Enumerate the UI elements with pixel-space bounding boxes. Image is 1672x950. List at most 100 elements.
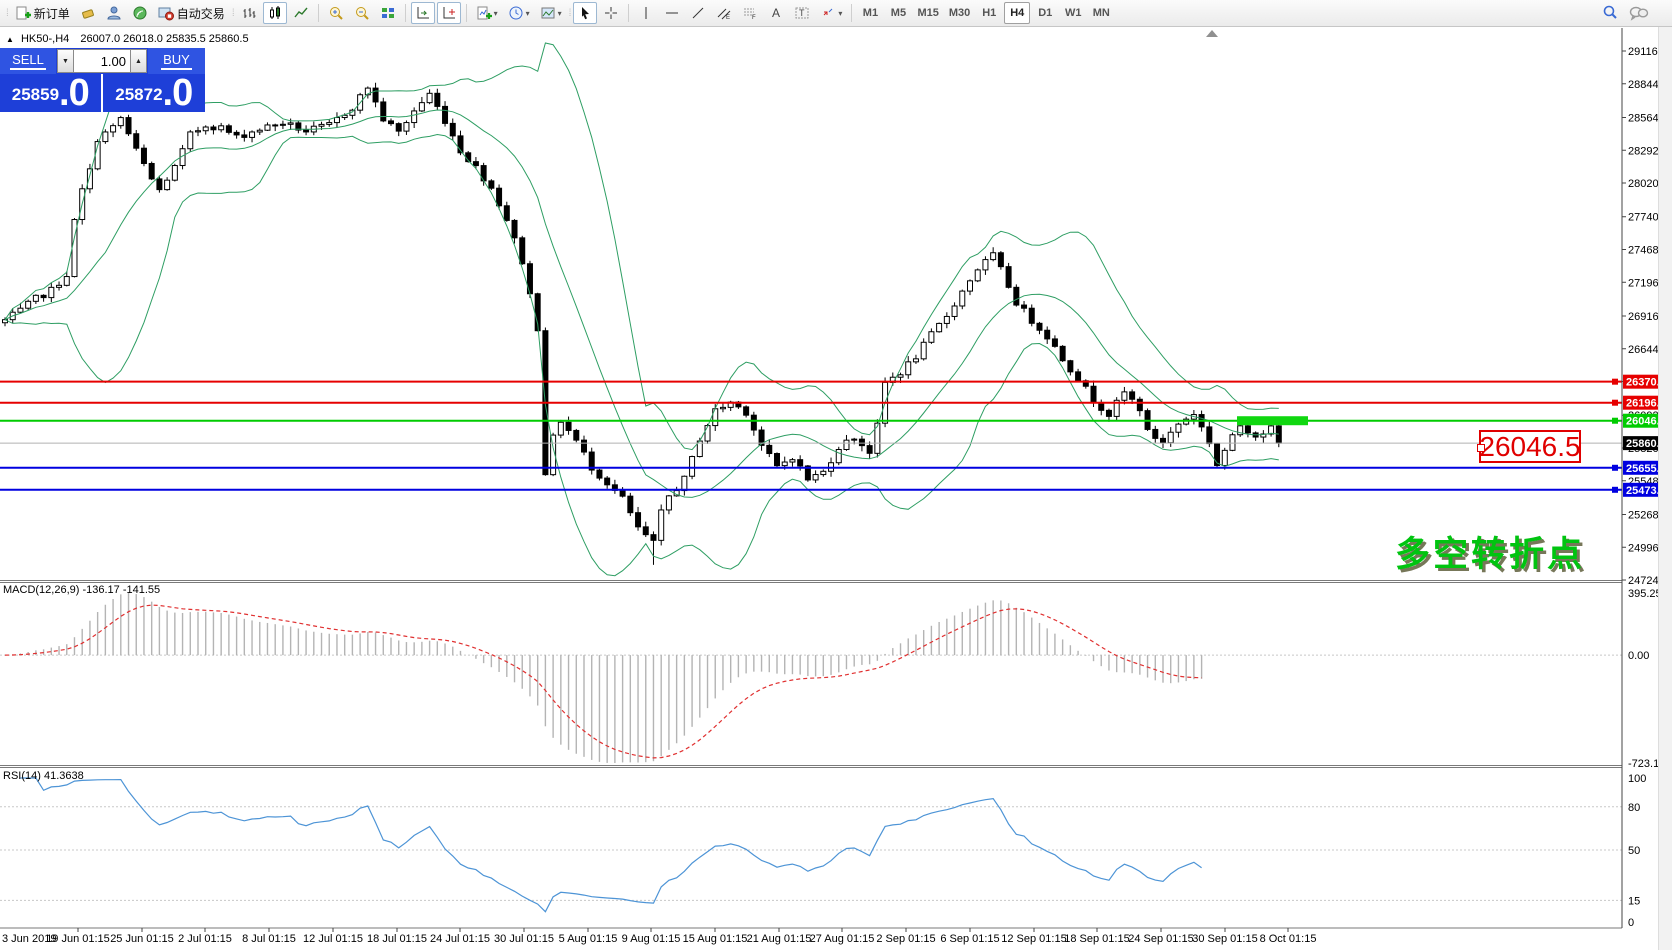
toolbar-separator — [628, 4, 629, 22]
vertical-line-tool-button[interactable] — [634, 2, 658, 24]
channel-icon: E — [716, 5, 732, 21]
indicators-button[interactable]: ▾ — [472, 2, 502, 24]
signal-button[interactable] — [128, 2, 152, 24]
timeframe-mn-button[interactable]: MN — [1088, 2, 1114, 24]
svg-text:24 Jul 01:15: 24 Jul 01:15 — [430, 933, 490, 945]
crosshair-tool-button[interactable] — [599, 2, 623, 24]
svg-text:100: 100 — [1628, 773, 1646, 785]
svg-text:MACD(12,26,9) -136.17 -141.55: MACD(12,26,9) -136.17 -141.55 — [3, 584, 160, 596]
chart-shift-icon — [441, 5, 457, 21]
tile-windows-icon — [380, 5, 396, 21]
timeframe-h1-button[interactable]: H1 — [976, 2, 1002, 24]
profile-button[interactable] — [102, 2, 126, 24]
zoom-in-button[interactable] — [324, 2, 348, 24]
dropdown-caret: ▾ — [558, 9, 562, 18]
search-button[interactable] — [1597, 2, 1623, 24]
timeframe-group: M1M5M15M30H1H4D1W1MN — [856, 0, 1115, 27]
sell-price-frac: .0 — [59, 76, 89, 110]
horizontal-line-tool-button[interactable] — [660, 2, 684, 24]
svg-text:15 Aug 01:15: 15 Aug 01:15 — [683, 933, 748, 945]
timeframe-m15-button[interactable]: M15 — [913, 2, 942, 24]
lot-increase-button[interactable]: ▲ — [130, 49, 147, 73]
toolbar-grip: ⁞ — [232, 8, 233, 19]
svg-text:15: 15 — [1628, 895, 1640, 907]
lot-size-input[interactable] — [74, 49, 130, 73]
symbol-collapse-icon: ▲ — [6, 35, 14, 44]
chat-icon — [1629, 5, 1649, 21]
chart-window[interactable]: MACD(12,26,9) -136.17 -141.55 RSI(14) 41.… — [0, 27, 1672, 950]
template-icon — [540, 5, 556, 21]
svg-text:E: E — [726, 15, 730, 21]
sell-button[interactable]: SELL — [0, 48, 56, 74]
new-order-button[interactable]: 新订单 — [11, 2, 74, 24]
dropdown-caret: ▾ — [526, 9, 530, 18]
horizontal-line-icon — [664, 5, 680, 21]
candlestick-mode-button[interactable] — [263, 2, 287, 24]
sell-price[interactable]: 25859 .0 — [0, 74, 103, 112]
svg-text:12 Jul 01:15: 12 Jul 01:15 — [303, 933, 363, 945]
svg-text:2 Jul 01:15: 2 Jul 01:15 — [178, 933, 232, 945]
timeframe-m30-button[interactable]: M30 — [945, 2, 974, 24]
magnifier-search-icon — [1601, 4, 1619, 22]
candlestick-icon — [267, 5, 283, 21]
dropdown-caret: ▾ — [494, 9, 498, 18]
timeframe-d1-button[interactable]: D1 — [1032, 2, 1058, 24]
text-label-tool-button[interactable]: T — [790, 2, 814, 24]
svg-text:12 Sep 01:15: 12 Sep 01:15 — [1001, 933, 1066, 945]
tile-windows-button[interactable] — [376, 2, 400, 24]
lot-decrease-button[interactable]: ▼ — [57, 49, 74, 73]
fibonacci-tool-button[interactable]: F — [738, 2, 762, 24]
timeframe-h4-button[interactable]: H4 — [1004, 2, 1030, 24]
periods-button[interactable]: ▾ — [504, 2, 534, 24]
zoom-out-button[interactable] — [350, 2, 374, 24]
chat-button[interactable] — [1625, 2, 1653, 24]
svg-text:27 Aug 01:15: 27 Aug 01:15 — [810, 933, 875, 945]
timeframe-m1-button[interactable]: M1 — [857, 2, 883, 24]
cursor-tool-button[interactable] — [573, 2, 597, 24]
zoom-out-icon — [354, 5, 370, 21]
symbol-period-label: HK50-,H4 — [21, 33, 69, 45]
svg-text:395.25: 395.25 — [1628, 588, 1662, 600]
arrows-tool-button[interactable]: ▾ — [816, 2, 846, 24]
signal-icon — [132, 5, 148, 21]
price-level-callout[interactable]: 26046.5 — [1479, 430, 1581, 463]
main-toolbar: ⁞ 新订单 自动交易 ⁞ — [0, 0, 1672, 27]
eraser-icon — [80, 5, 96, 21]
right-scroll-strip[interactable] — [1658, 27, 1672, 950]
equidistant-channel-tool-button[interactable]: E — [712, 2, 736, 24]
buy-button[interactable]: BUY — [148, 48, 205, 74]
svg-text:24 Sep 01:15: 24 Sep 01:15 — [1128, 933, 1193, 945]
toolbar-separator — [466, 4, 467, 22]
buy-price[interactable]: 25872 .0 — [103, 74, 206, 112]
trendline-icon — [690, 5, 706, 21]
autotrading-icon — [158, 5, 174, 21]
svg-text:19 Jun 01:15: 19 Jun 01:15 — [46, 933, 110, 945]
timeframe-w1-button[interactable]: W1 — [1060, 2, 1086, 24]
timeframe-m5-button[interactable]: M5 — [885, 2, 911, 24]
svg-text:8 Oct 01:15: 8 Oct 01:15 — [1260, 933, 1317, 945]
trendline-tool-button[interactable] — [686, 2, 710, 24]
svg-text:18 Sep 01:15: 18 Sep 01:15 — [1064, 933, 1129, 945]
templates-button[interactable]: ▾ — [536, 2, 566, 24]
one-click-trading-panel: SELL ▼ ▲ BUY 25859 .0 25872 .0 — [0, 48, 205, 112]
bar-chart-mode-button[interactable] — [237, 2, 261, 24]
chart-shift-button[interactable] — [437, 2, 461, 24]
price-chart-canvas[interactable]: MACD(12,26,9) -136.17 -141.55 RSI(14) 41.… — [0, 27, 1672, 950]
bar-chart-icon — [241, 5, 257, 21]
auto-scroll-button[interactable] — [411, 2, 435, 24]
svg-text:T: T — [799, 8, 805, 18]
sell-price-main: 25859 — [12, 80, 59, 110]
zoom-in-icon — [328, 5, 344, 21]
text-tool-button[interactable]: A — [764, 2, 788, 24]
ohlc-values: 26007.0 26018.0 25835.5 25860.5 — [80, 33, 248, 45]
svg-text:6 Sep 01:15: 6 Sep 01:15 — [940, 933, 999, 945]
chart-ohlc-title: ▲ HK50-,H4 26007.0 26018.0 25835.5 25860… — [6, 33, 249, 45]
new-order-icon — [15, 5, 31, 21]
svg-text:80: 80 — [1628, 802, 1640, 814]
line-chart-mode-button[interactable] — [289, 2, 313, 24]
eraser-button[interactable] — [76, 2, 100, 24]
svg-text:RSI(14) 41.3638: RSI(14) 41.3638 — [3, 770, 84, 782]
autotrading-button[interactable]: 自动交易 — [154, 2, 229, 24]
text-icon: A — [768, 5, 784, 21]
svg-text:30 Sep 01:15: 30 Sep 01:15 — [1192, 933, 1257, 945]
